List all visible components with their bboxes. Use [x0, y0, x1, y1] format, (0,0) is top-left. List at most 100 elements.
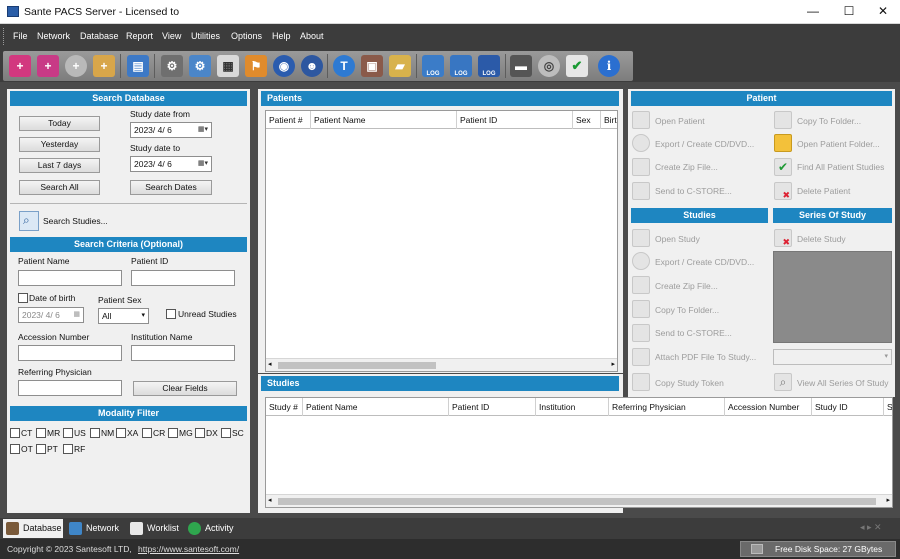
open-patient-folder-action[interactable]: Open Patient Folder...: [797, 139, 880, 149]
add-folder-icon[interactable]: +: [93, 55, 115, 77]
scrollbar-thumb[interactable]: [278, 498, 876, 505]
patient-name-input[interactable]: [18, 270, 122, 286]
tab-database[interactable]: Database: [3, 519, 63, 538]
send-icon[interactable]: [632, 324, 650, 342]
search-studies-icon[interactable]: ⌕: [19, 211, 39, 231]
find-all-patient-studies-action[interactable]: Find All Patient Studies: [797, 162, 884, 172]
send-cstore-action[interactable]: Send to C-STORE...: [655, 186, 732, 196]
network-config-icon[interactable]: ⚙: [189, 55, 211, 77]
users-globe-icon[interactable]: ☻: [301, 55, 323, 77]
column-header[interactable]: Study #: [266, 398, 303, 416]
archive-icon[interactable]: ▣: [361, 55, 383, 77]
date-from-picker[interactable]: 2023/ 4/ 6 ▦▾: [130, 122, 212, 138]
menu-help[interactable]: Help: [272, 24, 291, 49]
tab-worklist[interactable]: Worklist: [127, 519, 185, 538]
tab-scroll-icons[interactable]: ◂ ▸ ✕: [860, 522, 882, 533]
column-header[interactable]: Accession Number: [725, 398, 812, 416]
menu-utilities[interactable]: Utilities: [191, 24, 220, 49]
info-icon[interactable]: i: [598, 55, 620, 77]
column-header[interactable]: Study ID: [812, 398, 884, 416]
modality-mg-checkbox[interactable]: [168, 428, 178, 438]
clear-fields-button[interactable]: Clear Fields: [133, 381, 237, 396]
minimize-button[interactable]: —: [796, 0, 830, 24]
column-header[interactable]: Patient Name: [303, 398, 449, 416]
send-study-cstore-action[interactable]: Send to C-STORE...: [655, 328, 732, 338]
patient-sex-select[interactable]: All ▾: [98, 308, 149, 324]
dob-picker[interactable]: 2023/ 4/ 6 ▦: [18, 307, 84, 323]
add-cd-icon[interactable]: +: [65, 55, 87, 77]
accession-input[interactable]: [18, 345, 122, 361]
tools-icon[interactable]: ⚑: [245, 55, 267, 77]
attach-pdf-action[interactable]: Attach PDF File To Study...: [655, 352, 756, 362]
modality-ot-checkbox[interactable]: [10, 444, 20, 454]
search-studies-link[interactable]: Search Studies...: [43, 216, 108, 226]
referring-input[interactable]: [18, 380, 122, 396]
menu-report[interactable]: Report: [126, 24, 153, 49]
column-header[interactable]: Sex: [573, 111, 601, 129]
column-header[interactable]: Patient ID: [457, 111, 573, 129]
modality-pt-checkbox[interactable]: [36, 444, 46, 454]
institution-input[interactable]: [131, 345, 235, 361]
column-header[interactable]: Patient ID: [449, 398, 536, 416]
menu-file[interactable]: File: [13, 24, 28, 49]
create-zip-action[interactable]: Create Zip File...: [655, 162, 718, 172]
tab-network[interactable]: Network: [66, 519, 126, 538]
add-patient-icon[interactable]: +: [9, 55, 31, 77]
settings-gear-icon[interactable]: ⚙: [161, 55, 183, 77]
delete-study-icon[interactable]: ✖: [774, 229, 792, 247]
log-computer-icon[interactable]: LOG: [422, 55, 444, 77]
open-patient-icon[interactable]: [632, 111, 650, 129]
delete-patient-action[interactable]: Delete Patient: [797, 186, 850, 196]
copy-study-token-action[interactable]: Copy Study Token: [655, 378, 724, 388]
modality-sc-checkbox[interactable]: [221, 428, 231, 438]
series-thumbnail-area[interactable]: [773, 251, 892, 343]
log-network-icon[interactable]: LOG: [450, 55, 472, 77]
menu-options[interactable]: Options: [231, 24, 262, 49]
export-cd-action[interactable]: Export / Create CD/DVD...: [655, 139, 754, 149]
attach-pdf-icon[interactable]: [632, 348, 650, 366]
last-7-days-button[interactable]: Last 7 days: [19, 158, 100, 173]
zip-icon[interactable]: [632, 276, 650, 294]
modality-us-checkbox[interactable]: [63, 428, 73, 438]
modality-xa-checkbox[interactable]: [116, 428, 126, 438]
open-patient-action[interactable]: Open Patient: [655, 116, 705, 126]
tab-activity[interactable]: Activity: [185, 519, 245, 538]
column-header[interactable]: S: [884, 398, 892, 416]
open-window-icon[interactable]: ▤: [127, 55, 149, 77]
open-study-action[interactable]: Open Study: [655, 234, 700, 244]
modality-nm-checkbox[interactable]: [90, 428, 100, 438]
cd-dvd-icon[interactable]: [632, 252, 650, 270]
copy-folder-icon[interactable]: [632, 300, 650, 318]
log-globe-icon[interactable]: LOG: [478, 55, 500, 77]
add-study-icon[interactable]: +: [37, 55, 59, 77]
find-check-icon[interactable]: ✔: [774, 158, 792, 176]
yesterday-button[interactable]: Yesterday: [19, 137, 100, 152]
modality-ct-checkbox[interactable]: [10, 428, 20, 438]
close-button[interactable]: ✕: [866, 0, 900, 24]
menu-network[interactable]: Network: [37, 24, 70, 49]
cd-dvd-icon[interactable]: [632, 134, 650, 152]
folder-icon[interactable]: [774, 134, 792, 152]
log-check-icon[interactable]: ✔: [566, 55, 588, 77]
unread-studies-checkbox[interactable]: [166, 309, 176, 319]
menu-view[interactable]: View: [162, 24, 181, 49]
patient-id-input[interactable]: [131, 270, 235, 286]
menu-about[interactable]: About: [300, 24, 324, 49]
menu-database[interactable]: Database: [80, 24, 119, 49]
scroll-left-icon[interactable]: ◂: [268, 496, 272, 504]
date-to-picker[interactable]: 2023/ 4/ 6 ▦▾: [130, 156, 212, 172]
create-study-zip-action[interactable]: Create Zip File...: [655, 281, 718, 291]
scroll-right-icon[interactable]: ▸: [886, 496, 890, 504]
column-header[interactable]: Referring Physician: [609, 398, 725, 416]
search-all-button[interactable]: Search All: [19, 180, 100, 195]
patients-grid[interactable]: Patient # Patient Name Patient ID Sex Bi…: [265, 110, 618, 372]
column-header[interactable]: Institution: [536, 398, 609, 416]
tool-t-icon[interactable]: T: [333, 55, 355, 77]
print-icon[interactable]: ▬: [510, 55, 532, 77]
scrollbar-thumb[interactable]: [278, 362, 436, 369]
studies-grid[interactable]: Study # Patient Name Patient ID Institut…: [265, 397, 893, 508]
column-header[interactable]: Birt: [601, 111, 617, 129]
copy-to-folder-action[interactable]: Copy To Folder...: [797, 116, 861, 126]
column-header[interactable]: Patient Name: [311, 111, 457, 129]
studies-horizontal-scrollbar[interactable]: ◂ ▸: [266, 494, 892, 507]
